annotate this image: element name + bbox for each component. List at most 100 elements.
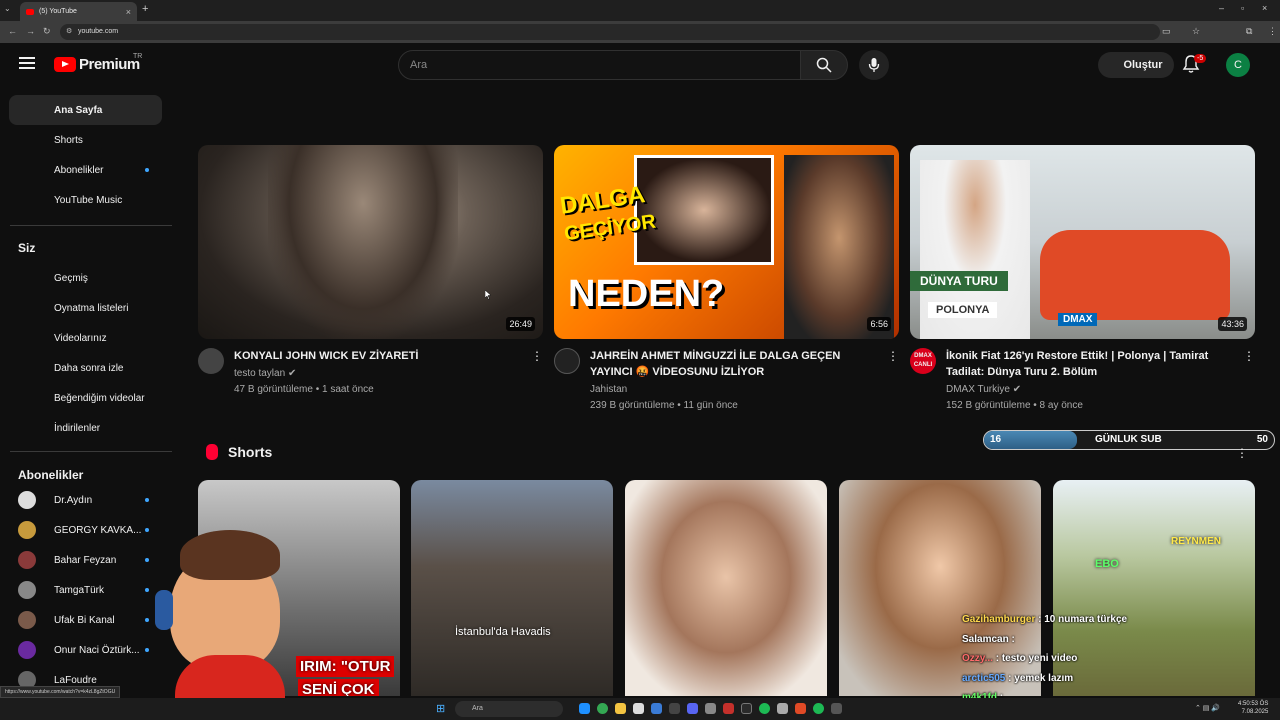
short-card[interactable] (625, 480, 827, 696)
video-thumbnail[interactable]: DALGA GEÇİYOR NEDEN? 6:56 (554, 145, 899, 339)
short-caption: IRIM: "OTUR (296, 656, 395, 677)
app-icon[interactable] (795, 703, 806, 714)
microphone-icon (868, 58, 880, 72)
spotify-icon[interactable] (813, 703, 824, 714)
short-caption: İstanbul'da Havadis (455, 626, 551, 638)
mouse-cursor-icon (485, 290, 491, 300)
voice-search-button[interactable] (859, 50, 889, 80)
obs-icon[interactable] (741, 703, 752, 714)
app-icon[interactable] (723, 703, 734, 714)
more-options-icon[interactable]: ⋮ (1243, 349, 1255, 363)
video-title[interactable]: JAHREİN AHMET MİNGUZZİ İLE DALGA GEÇEN Y… (590, 348, 880, 380)
back-icon[interactable]: ← (8, 26, 17, 36)
url-field[interactable]: youtube.com (60, 24, 1160, 40)
search-button[interactable] (800, 50, 848, 80)
verified-check-icon: ✔ (1012, 384, 1022, 395)
youtube-play-icon (54, 57, 76, 72)
chat-message: Gazihamburger : 10 numara türkçe (962, 614, 1128, 625)
system-tray-icons[interactable]: ⌃ ▤ 🔊 (1195, 704, 1220, 712)
close-tab-icon[interactable]: × (126, 7, 131, 17)
sidebar-heading-you[interactable]: Siz (18, 241, 35, 255)
taskbar-clock[interactable]: 4:50:53 ÖS 7.08.2025 (1238, 700, 1268, 716)
channel-name[interactable]: testo taylan ✔ (234, 368, 296, 379)
channel-avatar[interactable] (554, 348, 580, 374)
more-options-icon[interactable]: ⋮ (531, 349, 543, 363)
windows-start-icon[interactable]: ⊞ (436, 702, 445, 715)
video-card[interactable]: DÜNYA TURU POLONYA DMAX 43:36 DMAX CANLI … (910, 145, 1255, 411)
notepad-icon[interactable] (633, 703, 644, 714)
video-thumbnail[interactable]: 26:49 (198, 145, 543, 339)
channel-name[interactable]: Jahistan (590, 384, 627, 395)
channel-avatar (18, 581, 36, 599)
tab-search-icon[interactable]: ⌄ (4, 4, 11, 13)
reload-icon[interactable]: ↻ (43, 26, 51, 37)
video-title[interactable]: KONYALI JOHN WICK EV ZİYARETİ (234, 348, 524, 364)
sidebar-sub-channel[interactable]: Onur Naci Öztürk... (9, 635, 162, 665)
app-icon[interactable] (669, 703, 680, 714)
thumbnail-text: DÜNYA TURU (910, 271, 1008, 291)
youtube-favicon-icon (26, 8, 34, 15)
video-card[interactable]: 26:49 KONYALI JOHN WICK EV ZİYARETİ test… (198, 145, 543, 395)
app-icon[interactable] (705, 703, 716, 714)
logo-text: Premium (79, 56, 140, 73)
sidebar-sub-channel[interactable]: Bahar Feyzan (9, 545, 162, 575)
new-tab-button[interactable]: + (142, 3, 148, 15)
browser-menu-icon[interactable]: ⋮ (1268, 26, 1277, 37)
extensions-icon[interactable]: ⧉ (1246, 26, 1252, 37)
sidebar-item-home[interactable]: Ana Sayfa (9, 95, 162, 125)
video-card[interactable]: DALGA GEÇİYOR NEDEN? 6:56 JAHREİN AHMET … (554, 145, 899, 411)
shorts-more-options-icon[interactable]: ⋮ (1236, 446, 1248, 460)
video-title[interactable]: İkonik Fiat 126'yı Restore Ettik! | Polo… (946, 348, 1236, 380)
minimize-icon[interactable]: – (1219, 3, 1224, 13)
bookmark-star-icon[interactable]: ☆ (1192, 26, 1200, 37)
more-options-icon[interactable]: ⋮ (887, 349, 899, 363)
daily-sub-goal-bar: 16 GÜNLUK SUB 50 (983, 430, 1275, 450)
sidebar-sub-channel[interactable]: Ufak Bi Kanal (9, 605, 162, 635)
sidebar-item-your-videos[interactable]: Videolarınız (9, 323, 162, 353)
sidebar-item-watch-later[interactable]: Daha sonra izle (9, 353, 162, 383)
app-icon[interactable] (831, 703, 842, 714)
hamburger-menu-icon[interactable] (19, 57, 35, 69)
site-info-icon[interactable]: ⚙ (66, 27, 72, 35)
sidebar-sub-channel[interactable]: Dr.Aydın (9, 485, 162, 515)
sidebar-item-subscriptions[interactable]: Abonelikler (9, 155, 162, 185)
sidebar-item-history[interactable]: Geçmiş (9, 263, 162, 293)
short-card[interactable]: İstanbul'da Havadis (411, 480, 613, 696)
sub-goal-label: GÜNLUK SUB (1095, 434, 1162, 445)
cast-icon[interactable]: ▭ (1162, 26, 1171, 37)
youtube-premium-logo[interactable]: Premium (54, 56, 140, 73)
app-icon[interactable] (759, 703, 770, 714)
shorts-section-header: Shorts (206, 444, 272, 460)
close-window-icon[interactable]: × (1262, 3, 1267, 13)
discord-icon[interactable] (687, 703, 698, 714)
sidebar-item-youtube-music[interactable]: YouTube Music (9, 185, 162, 215)
app-icon[interactable] (777, 703, 788, 714)
channel-avatar[interactable]: DMAX CANLI (910, 348, 936, 374)
maximize-icon[interactable]: ▫ (1241, 3, 1244, 13)
sidebar-sub-channel[interactable]: GEORGY KAVKA... (9, 515, 162, 545)
create-button[interactable]: Oluştur (1098, 52, 1174, 78)
chat-message: Salamcan : (962, 633, 1015, 645)
taskbar-search[interactable]: Ara (455, 701, 563, 717)
channel-name[interactable]: DMAX Turkiye ✔ (946, 384, 1021, 395)
sidebar-item-playlists[interactable]: Oynatma listeleri (9, 293, 162, 323)
browser-tab-youtube[interactable]: (5) YouTube × (20, 2, 137, 21)
chrome-icon[interactable] (597, 703, 608, 714)
sidebar-item-downloads[interactable]: İndirilenler (9, 413, 162, 443)
sidebar-sub-channel[interactable]: TamgaTürk (9, 575, 162, 605)
channel-avatar (18, 521, 36, 539)
channel-avatar (18, 611, 36, 629)
forward-icon[interactable]: → (26, 26, 35, 36)
thumbnail-text: POLONYA (928, 302, 998, 318)
sidebar-item-liked-videos[interactable]: Beğendiğim videolar (9, 383, 162, 413)
search-input[interactable]: Ara (398, 50, 801, 80)
sidebar-item-shorts[interactable]: Shorts (9, 125, 162, 155)
account-avatar[interactable]: C (1226, 53, 1250, 77)
channel-avatar[interactable] (198, 348, 224, 374)
app-icon[interactable] (651, 703, 662, 714)
video-thumbnail[interactable]: DÜNYA TURU POLONYA DMAX 43:36 (910, 145, 1255, 339)
region-code: TR (133, 53, 143, 60)
taskview-icon[interactable] (579, 703, 590, 714)
file-explorer-icon[interactable] (615, 703, 626, 714)
short-caption: EBO (1095, 558, 1119, 570)
